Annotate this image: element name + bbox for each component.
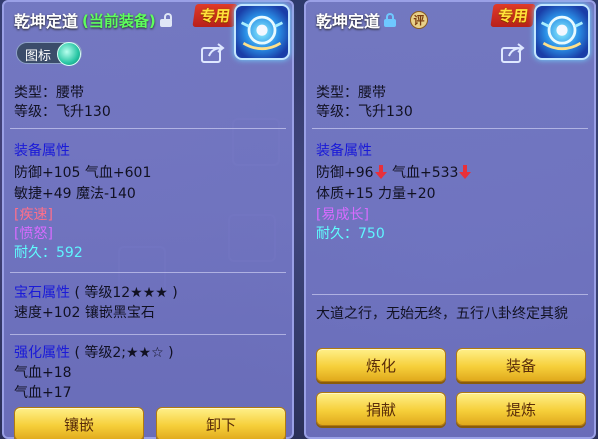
enhance-attr-line: 气血+18 — [14, 365, 72, 381]
gem-attr-row: 宝石属性 ( 等级12★★★ ) — [14, 282, 178, 302]
equip-button[interactable]: 装备 — [456, 348, 586, 382]
compare-item-panel: 乾坤定道 评 专用 类型：腰带 等级：飞升130 装备属性 防御+96 气血+5… — [304, 0, 596, 439]
durability-value: 592 — [56, 245, 83, 261]
durability-label: 耐久： — [14, 245, 56, 261]
skill-haste: [疾速] — [14, 207, 53, 223]
durability-label: 耐久： — [316, 226, 358, 242]
icon-toggle-track[interactable]: 图标 — [16, 42, 82, 66]
lock-open-icon[interactable] — [159, 13, 172, 27]
share-icon[interactable] — [500, 42, 526, 64]
gem-level: ( 等级12★★★ ) — [74, 285, 178, 301]
enhance-level: ( 等级2;★★☆ ) — [74, 345, 174, 361]
exclusive-tag: 专用 — [192, 4, 238, 27]
divider — [312, 294, 588, 295]
inlay-button[interactable]: 镶嵌 — [14, 407, 144, 439]
equip-attr-header: 装备属性 — [14, 143, 70, 159]
refine-button[interactable]: 炼化 — [316, 348, 446, 382]
down-arrow-icon — [374, 165, 387, 179]
exclusive-tag: 专用 — [490, 4, 536, 27]
item-name: 乾坤定道 — [14, 12, 79, 31]
equipped-item-panel: 乾坤定道 (当前装备) 专用 图标 类型：腰带 等级：飞升130 装备属性 防御… — [2, 0, 294, 439]
enhance-attr-header: 强化属性 — [14, 345, 70, 361]
icon-toggle[interactable]: 图标 — [16, 42, 82, 66]
unequip-button[interactable]: 卸下 — [156, 407, 286, 439]
gem-attr-header: 宝石属性 — [14, 285, 70, 301]
durability: 耐久：592 — [14, 242, 83, 262]
divider — [10, 272, 286, 273]
icon-toggle-label: 图标 — [25, 49, 52, 64]
equip-attr-header: 装备属性 — [316, 143, 372, 159]
toggle-knob[interactable] — [57, 42, 81, 66]
item-title-row: 乾坤定道 (当前装备) — [14, 8, 172, 32]
divider — [312, 128, 588, 129]
equip-attr-line: 敏捷+49 魔法-140 — [14, 186, 136, 202]
item-name: 乾坤定道 — [316, 12, 381, 31]
belt-item-icon — [234, 4, 290, 60]
share-icon[interactable] — [200, 42, 226, 64]
item-type: 类型：腰带 — [316, 85, 386, 101]
lock-closed-icon[interactable] — [384, 13, 397, 27]
hp-value: 气血+533 — [392, 165, 459, 181]
item-description: 大道之行，无始无终，五行八卦终定其貌 — [316, 306, 568, 322]
durability-value: 750 — [358, 226, 385, 242]
belt-item-icon — [534, 4, 590, 60]
equip-attr-line: 防御+96 气血+533 — [316, 162, 472, 182]
item-level: 等级：飞升130 — [316, 104, 413, 120]
donate-button[interactable]: 捐献 — [316, 392, 446, 426]
enhance-attr-row: 强化属性 ( 等级2;★★☆ ) — [14, 342, 174, 362]
durability: 耐久：750 — [316, 223, 385, 243]
skill-easy-growth: [易成长] — [316, 207, 369, 223]
down-arrow-icon — [459, 165, 472, 179]
rating-badge-icon[interactable]: 评 — [410, 11, 429, 29]
defense-value: 防御+96 — [316, 165, 374, 181]
extract-button[interactable]: 提炼 — [456, 392, 586, 426]
gem-attr-line: 速度+102 镶嵌黑宝石 — [14, 305, 155, 321]
item-level: 等级：飞升130 — [14, 104, 111, 120]
equip-attr-line: 防御+105 气血+601 — [14, 165, 152, 181]
enhance-attr-line: 气血+17 — [14, 385, 72, 401]
divider — [10, 128, 286, 129]
current-equipped-label: (当前装备) — [82, 11, 156, 30]
equip-attr-line: 体质+15 力量+20 — [316, 186, 436, 202]
divider — [10, 334, 286, 335]
item-type: 类型：腰带 — [14, 85, 84, 101]
item-title-row: 乾坤定道 评 — [316, 8, 429, 32]
skill-rage: [愤怒] — [14, 226, 53, 242]
